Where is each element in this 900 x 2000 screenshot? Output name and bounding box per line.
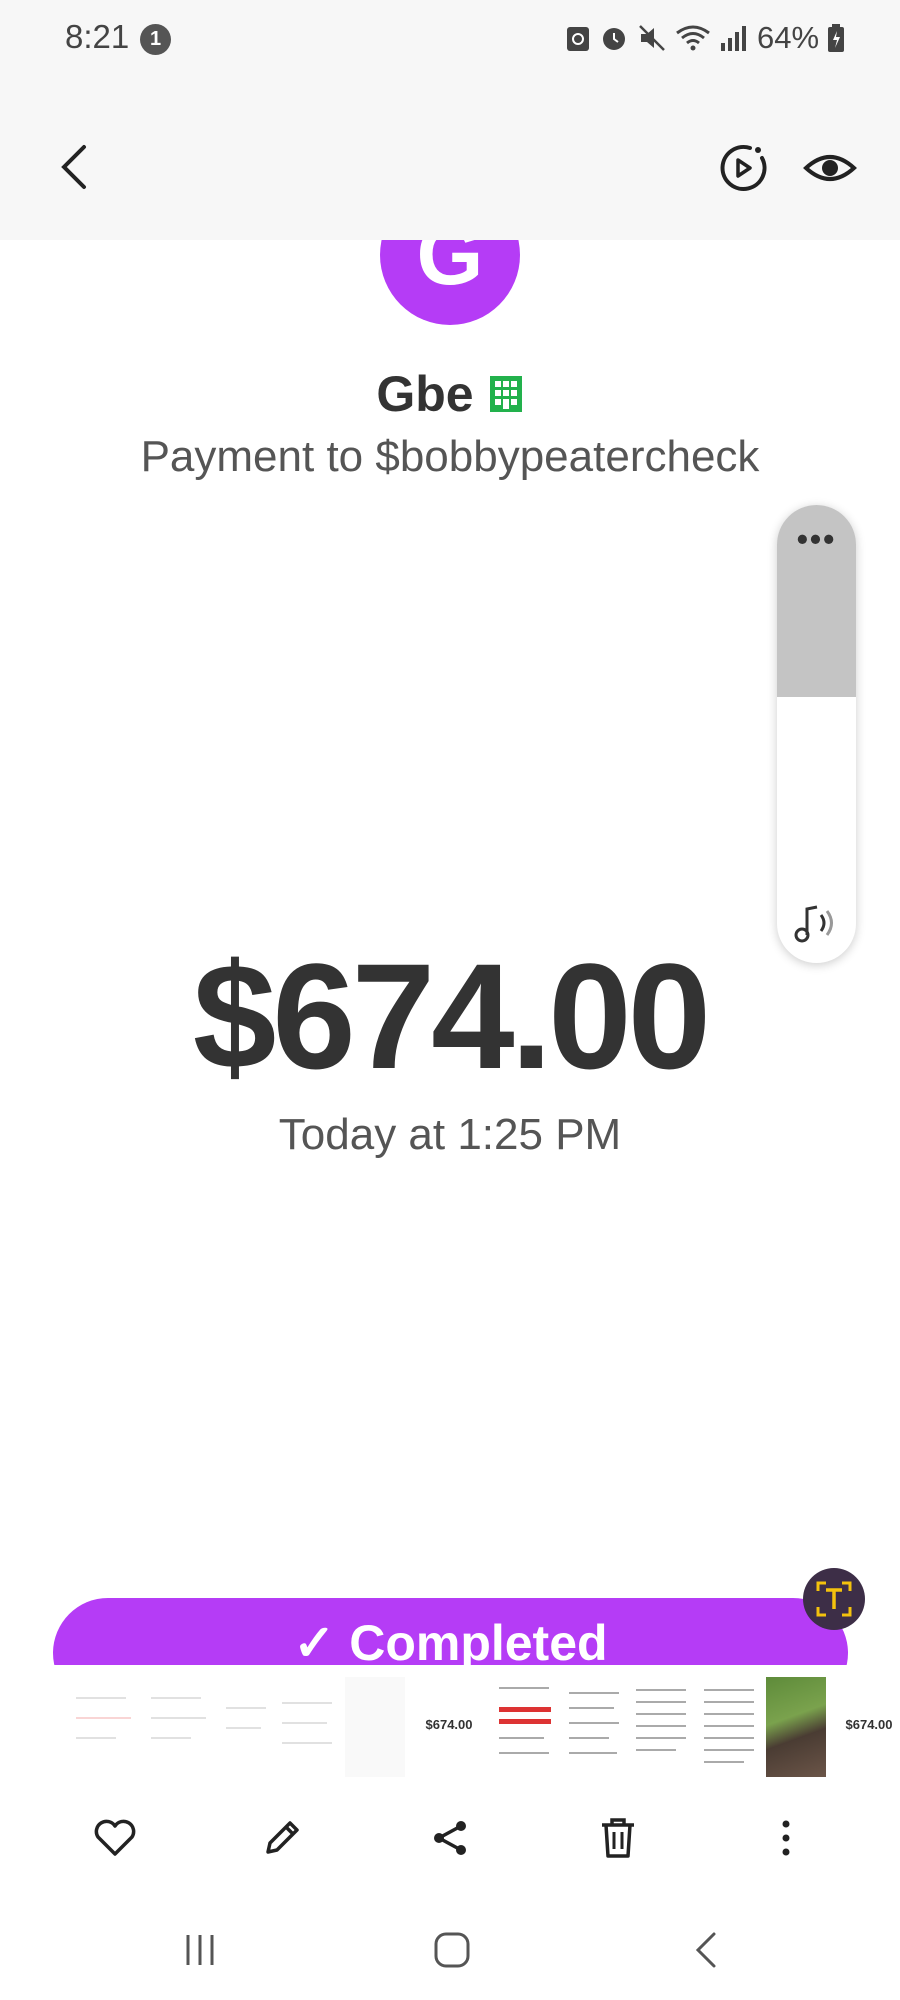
back-icon xyxy=(695,1932,716,1968)
favorite-button[interactable] xyxy=(85,1808,145,1868)
pencil-icon xyxy=(266,1821,299,1854)
payment-recipient-handle: Payment to $bobbypeatercheck xyxy=(140,432,760,481)
more-options-button[interactable] xyxy=(756,1808,816,1868)
back-button[interactable] xyxy=(48,132,98,202)
signal-icon xyxy=(721,26,746,51)
battery-percent: 64% xyxy=(757,20,820,55)
thumbnail-current[interactable]: $674.00 xyxy=(418,1677,480,1777)
thumbnail-amount: $674.00 xyxy=(425,1717,473,1732)
recipient-name: Gbe xyxy=(376,366,474,422)
view-button[interactable] xyxy=(800,138,860,198)
share-button[interactable] xyxy=(420,1808,480,1868)
thumbnail-strip: $674.00 $674.00 xyxy=(0,1665,900,1790)
thumbnail[interactable] xyxy=(70,1677,140,1777)
payment-amount: $674.00 xyxy=(192,932,711,1100)
avatar: G xyxy=(380,240,520,330)
more-options-icon[interactable]: ••• xyxy=(777,521,856,558)
thumbnail[interactable] xyxy=(276,1677,338,1777)
text-extract-button[interactable] xyxy=(803,1568,865,1630)
trash-icon xyxy=(602,1818,634,1858)
status-icons: 64% xyxy=(565,20,845,56)
text-scan-icon xyxy=(816,1581,852,1617)
payment-date: Today at 1:25 PM xyxy=(278,1110,622,1159)
thumbnail[interactable] xyxy=(563,1677,625,1777)
building-icon xyxy=(489,376,522,412)
completed-label: ✓ Completed xyxy=(293,1615,608,1671)
chevron-left-icon xyxy=(61,145,86,189)
motion-photo-icon xyxy=(720,144,767,191)
notification-badge: 1 xyxy=(140,24,171,55)
mute-icon xyxy=(639,25,665,51)
heart-icon xyxy=(94,1819,136,1856)
wifi-icon xyxy=(676,25,710,51)
eye-icon xyxy=(803,155,857,181)
volume-slider[interactable]: ••• xyxy=(777,505,856,963)
status-time: 8:21 xyxy=(65,18,130,55)
edit-button[interactable] xyxy=(252,1808,312,1868)
recycle-icon xyxy=(567,27,589,51)
thumbnail[interactable] xyxy=(145,1677,215,1777)
thumbnail[interactable] xyxy=(345,1677,405,1777)
recipient-name-row: Gbe xyxy=(0,365,900,423)
battery-icon xyxy=(828,24,845,52)
thumbnail[interactable] xyxy=(630,1677,692,1777)
share-icon xyxy=(434,1821,466,1855)
avatar-letter: G xyxy=(380,240,520,325)
alarm-icon xyxy=(603,28,625,50)
system-back-button[interactable] xyxy=(675,1925,735,1975)
thumbnail[interactable] xyxy=(698,1677,760,1777)
thumbnail[interactable] xyxy=(220,1677,270,1777)
home-icon xyxy=(434,1932,470,1968)
home-button[interactable] xyxy=(422,1925,482,1975)
motion-photo-button[interactable] xyxy=(712,138,772,198)
recents-button[interactable] xyxy=(170,1925,230,1975)
delete-button[interactable] xyxy=(588,1808,648,1868)
recents-icon xyxy=(186,1935,214,1965)
thumbnail-amount: $674.00 xyxy=(845,1717,893,1732)
dog-photo-thumbnail[interactable] xyxy=(766,1677,826,1777)
thumbnail[interactable] xyxy=(493,1677,558,1777)
thumbnail[interactable]: $674.00 xyxy=(838,1677,900,1777)
more-vertical-icon xyxy=(782,1820,790,1856)
